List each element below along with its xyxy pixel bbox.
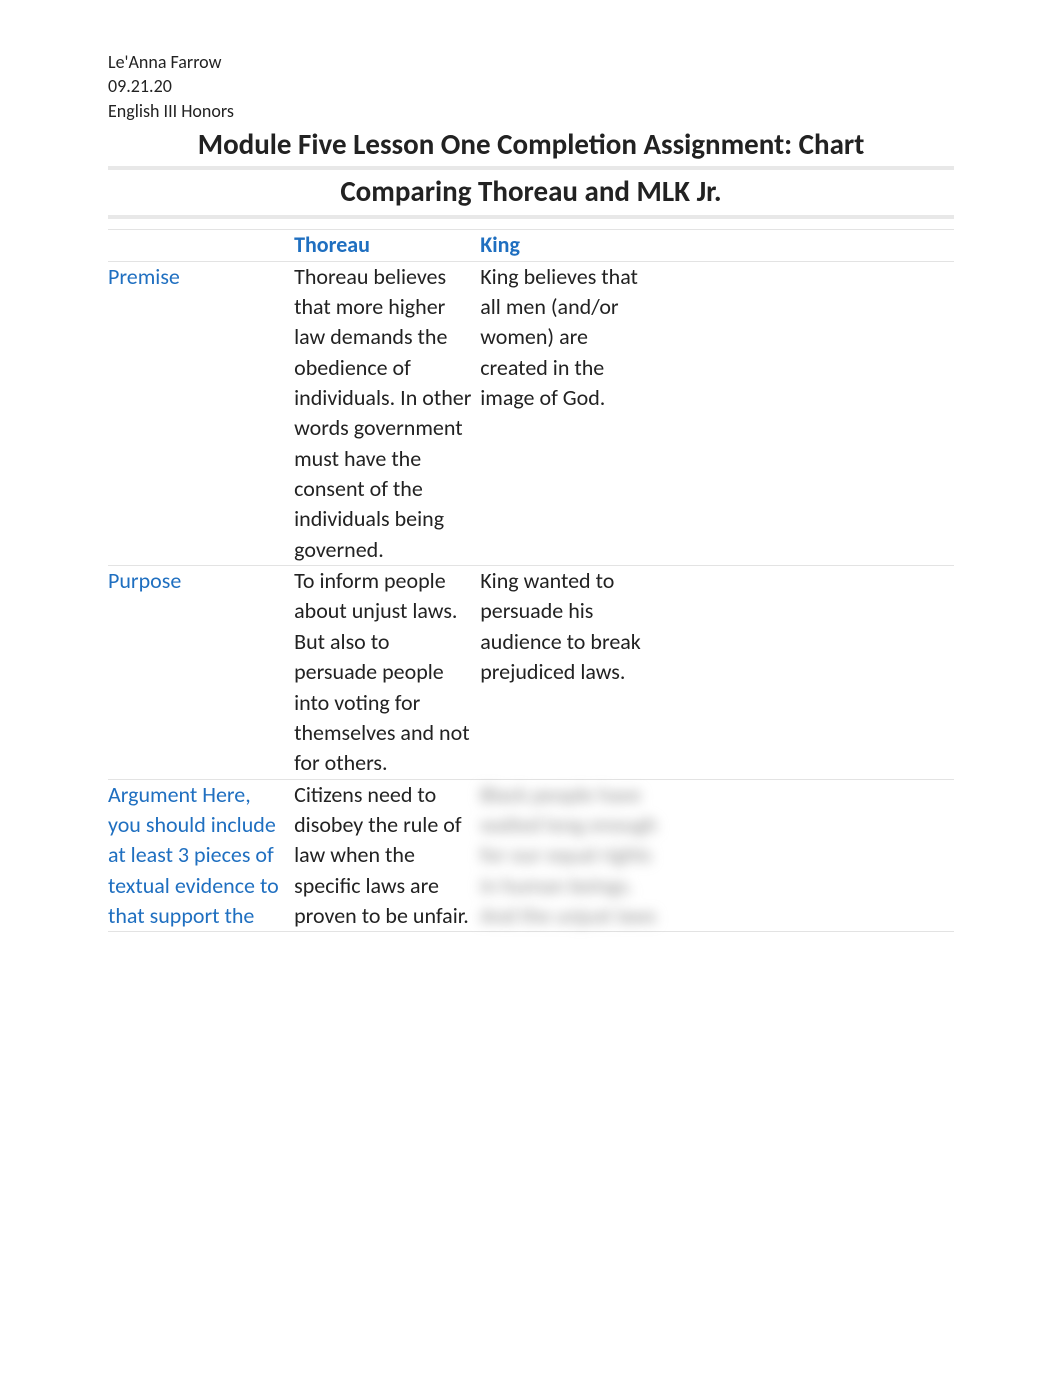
column-header-king: King [480, 230, 666, 261]
document-page: Le'Anna Farrow 09.21.20 English III Hono… [0, 0, 1062, 992]
cell-thoreau-purpose: To inform people about unjust laws. But … [294, 566, 480, 780]
cell-thoreau-argument: Citizens need to disobey the rule of law… [294, 779, 480, 932]
document-title: Module Five Lesson One Completion Assign… [108, 125, 954, 219]
header-empty [666, 230, 954, 261]
cell-empty [666, 779, 954, 932]
comparison-table: Thoreau King Premise Thoreau believes th… [108, 229, 954, 932]
row-label-premise: Premise [108, 261, 294, 566]
cell-empty [666, 261, 954, 566]
cell-thoreau-premise: Thoreau believes that more higher law de… [294, 261, 480, 566]
document-date: 09.21.20 [108, 74, 954, 98]
course-name: English III Honors [108, 99, 954, 123]
row-label-argument: Argument Here, you should include at lea… [108, 779, 294, 932]
table-header-row: Thoreau King [108, 230, 954, 261]
title-line-1: Module Five Lesson One Completion Assign… [108, 125, 954, 170]
table-row: Purpose To inform people about unjust la… [108, 566, 954, 780]
student-header: Le'Anna Farrow 09.21.20 English III Hono… [108, 50, 954, 123]
student-name: Le'Anna Farrow [108, 50, 954, 74]
cell-king-premise: King believes that all men (and/or women… [480, 261, 666, 566]
title-line-2: Comparing Thoreau and MLK Jr. [108, 172, 954, 219]
table-row: Argument Here, you should include at lea… [108, 779, 954, 932]
header-blank [108, 230, 294, 261]
row-label-purpose: Purpose [108, 566, 294, 780]
column-header-thoreau: Thoreau [294, 230, 480, 261]
cell-empty [666, 566, 954, 780]
cell-king-purpose: King wanted to persuade his audience to … [480, 566, 666, 780]
table-row: Premise Thoreau believes that more highe… [108, 261, 954, 566]
cell-king-argument: Black people have waited long enough for… [480, 779, 666, 932]
